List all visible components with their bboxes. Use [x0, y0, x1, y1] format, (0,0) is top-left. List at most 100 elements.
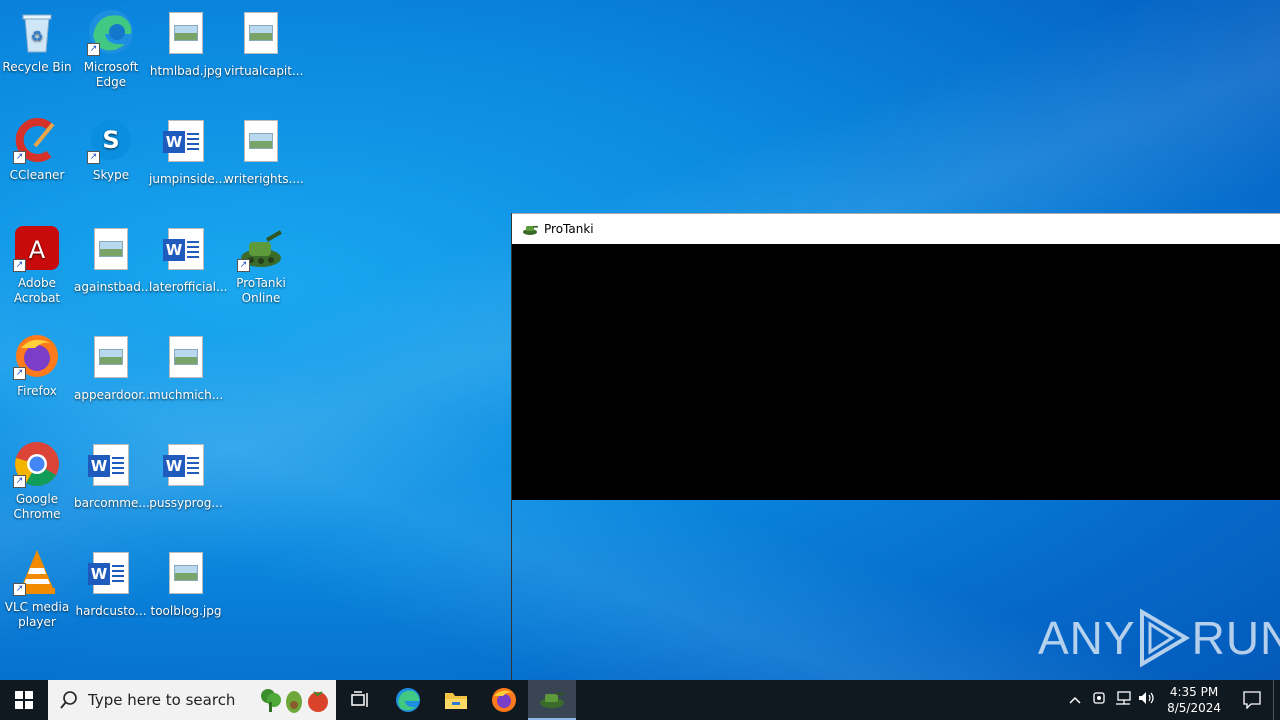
edge-icon: ↗ [87, 8, 135, 56]
image-file-icon [162, 336, 210, 384]
image-file-icon [162, 552, 210, 600]
desktop-icon-word-file[interactable]: W hardcusto... [74, 548, 148, 619]
search-icon [60, 691, 77, 709]
folder-icon [445, 693, 467, 709]
desktop-icon-label: toolblog.jpg [150, 604, 222, 618]
start-button[interactable] [0, 680, 48, 720]
desktop-icon-word-file[interactable]: W pussyprog... [149, 440, 223, 511]
shortcut-arrow-icon: ↗ [237, 259, 250, 272]
shortcut-arrow-icon: ↗ [13, 475, 26, 488]
desktop-icon-google-chrome[interactable]: ↗ Google Chrome [0, 440, 74, 522]
image-file-icon [87, 336, 135, 384]
show-desktop-button[interactable] [1273, 680, 1280, 720]
window-titlebar[interactable]: ProTanki [512, 213, 1280, 244]
ccleaner-icon: ↗ [13, 116, 61, 164]
desktop-icon-word-file[interactable]: W laterofficial... [149, 224, 228, 295]
meet-now-button[interactable] [1087, 691, 1111, 709]
desktop-icon-word-file[interactable]: W jumpinside... [149, 116, 227, 187]
clock-time: 4:35 PM [1169, 685, 1219, 699]
desktop-icon-image-file[interactable]: appeardoor... [74, 332, 154, 403]
desktop-icon-vlc[interactable]: ↗ VLC media player [0, 548, 74, 630]
show-hidden-icons-button[interactable] [1063, 693, 1087, 708]
game-viewport[interactable] [512, 244, 1280, 500]
desktop-icon-image-file[interactable]: againstbad... [74, 224, 153, 295]
shortcut-arrow-icon: ↗ [13, 259, 26, 272]
speaker-icon [1139, 692, 1154, 704]
desktop-icon-label: writerights.... [224, 172, 304, 186]
svg-text:♻: ♻ [31, 29, 44, 45]
desktop-icon-label: Adobe Acrobat [13, 276, 61, 305]
image-file-icon [87, 228, 135, 276]
desktop-icon-label: jumpinside... [149, 172, 227, 186]
desktop-icon-label: CCleaner [9, 168, 65, 182]
firefox-icon: ↗ [13, 332, 61, 380]
desktop-icon-label: virtualcapit... [224, 64, 304, 78]
taskbar-search-box[interactable]: Type here to search [48, 680, 336, 720]
desktop-icon-image-file[interactable]: virtualcapit... [224, 8, 304, 79]
chevron-up-icon [1069, 696, 1081, 704]
desktop-icon-label: Skype [92, 168, 130, 182]
anyrun-watermark: ANY RUN [1038, 608, 1280, 668]
notification-icon [1243, 691, 1261, 709]
shortcut-arrow-icon: ↗ [13, 583, 26, 596]
word-document-icon: W [162, 228, 210, 276]
desktop-icon-microsoft-edge[interactable]: ↗ Microsoft Edge [74, 8, 148, 90]
network-icon [1116, 691, 1131, 705]
play-icon [1139, 608, 1190, 668]
action-center-button[interactable] [1231, 691, 1273, 709]
image-file-icon [237, 12, 285, 60]
svg-text:A: A [29, 236, 46, 264]
desktop-icon-skype[interactable]: S ↗ Skype [74, 116, 148, 183]
search-highlight-illustration [258, 686, 330, 714]
taskbar-file-explorer-button[interactable] [432, 680, 480, 720]
volume-button[interactable] [1135, 691, 1159, 709]
recycle-bin-icon: ♻ [13, 8, 61, 56]
task-view-button[interactable] [336, 680, 384, 720]
desktop-icon-label: Google Chrome [13, 492, 61, 521]
desktop-icon-label: againstbad... [74, 280, 153, 294]
desktop-icon-label: muchmich... [149, 388, 224, 402]
word-document-icon: W [162, 444, 210, 492]
shortcut-arrow-icon: ↗ [13, 151, 26, 164]
svg-text:S: S [102, 126, 119, 154]
desktop-icon-adobe-acrobat[interactable]: A ↗ Adobe Acrobat [0, 224, 74, 306]
desktop-icon-label: Recycle Bin [2, 60, 72, 74]
desktop-icon-image-file[interactable]: muchmich... [149, 332, 223, 403]
desktop-icon-label: VLC media player [4, 600, 70, 629]
desktop-icon-label: hardcusto... [75, 604, 147, 618]
window-title: ProTanki [544, 222, 594, 236]
tank-icon: ↗ [237, 224, 285, 272]
desktop-icon-image-file[interactable]: htmlbad.jpg [149, 8, 223, 79]
shortcut-arrow-icon: ↗ [87, 151, 100, 164]
system-tray: 4:35 PM 8/5/2024 [1063, 680, 1280, 720]
image-file-icon [237, 120, 285, 168]
firefox-icon [492, 688, 516, 712]
word-document-icon: W [87, 552, 135, 600]
taskbar-firefox-button[interactable] [480, 680, 528, 720]
desktop-icon-word-file[interactable]: W barcomme... [74, 440, 150, 511]
taskbar-clock[interactable]: 4:35 PM 8/5/2024 [1167, 684, 1221, 716]
desktop-icon-label: htmlbad.jpg [149, 64, 223, 78]
desktop-icon-label: Microsoft Edge [83, 60, 139, 89]
desktop-icon-label: Firefox [17, 384, 57, 398]
desktop-icon-image-file[interactable]: toolblog.jpg [149, 548, 223, 619]
clock-date: 8/5/2024 [1167, 701, 1221, 715]
task-view-icon [351, 691, 368, 707]
taskbar-edge-button[interactable] [384, 680, 432, 720]
desktop-icon-ccleaner[interactable]: ↗ CCleaner [0, 116, 74, 183]
desktop-icon-label: pussyprog... [149, 496, 223, 510]
network-button[interactable] [1111, 691, 1135, 709]
taskbar-protanki-button[interactable] [528, 680, 576, 720]
desktop-icon-label: laterofficial... [149, 280, 228, 294]
edge-icon [396, 688, 420, 712]
desktop-icon-label: ProTanki Online [236, 276, 286, 305]
desktop-icon-image-file[interactable]: writerights.... [224, 116, 304, 187]
tank-icon [523, 226, 538, 235]
desktop-icon-label: barcomme... [74, 496, 150, 510]
image-file-icon [162, 12, 210, 60]
desktop-icon-firefox[interactable]: ↗ Firefox [0, 332, 74, 399]
word-document-icon: W [87, 444, 135, 492]
desktop-icon-recycle-bin[interactable]: ♻ Recycle Bin [0, 8, 74, 75]
vlc-icon: ↗ [13, 548, 61, 596]
desktop-icon-protanki[interactable]: ↗ ProTanki Online [224, 224, 298, 306]
